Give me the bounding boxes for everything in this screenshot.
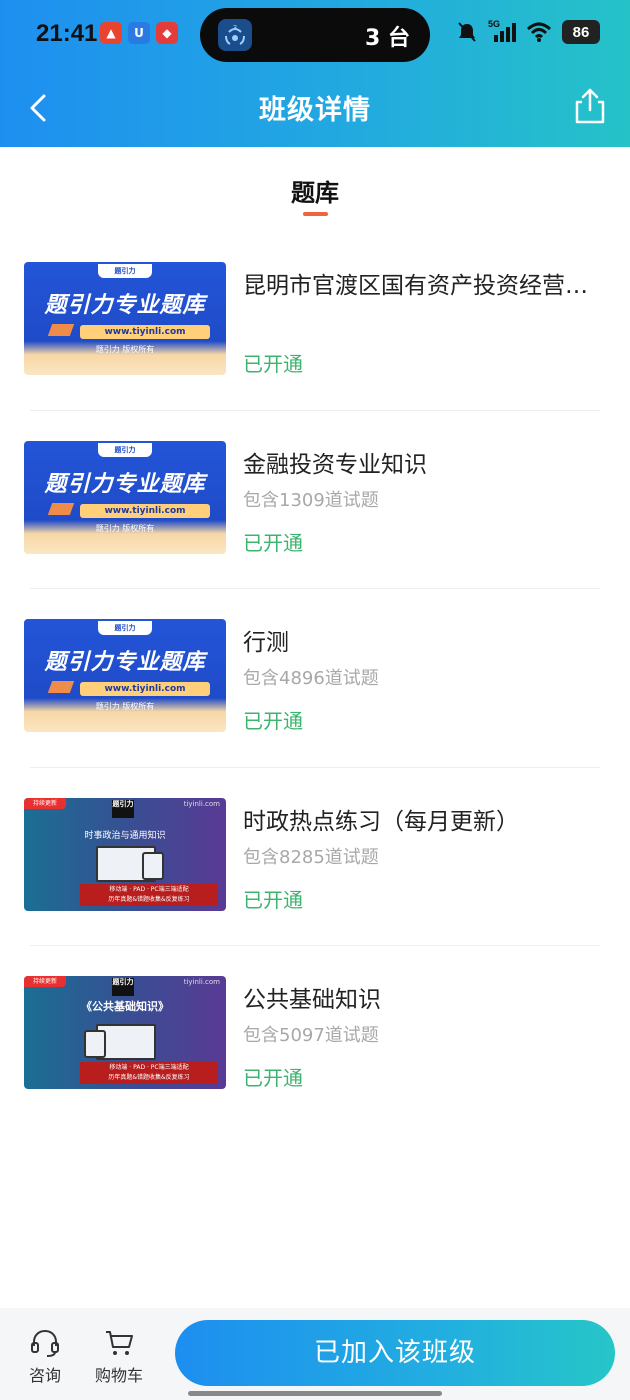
bottom-bar: 咨询 购物车 已加入该班级	[0, 1308, 630, 1400]
phone-icon	[84, 1030, 106, 1058]
book-icon	[47, 324, 75, 336]
share-icon	[575, 88, 605, 124]
list-item[interactable]: 题引力 题引力专业题库 www.tiyinli.com 题引力 版权所有 行测 …	[0, 589, 630, 768]
course-thumbnail: 持续更新 题引力 tiyinli.com 时事政治与通用知识 移动端 · PAD…	[24, 797, 226, 911]
list-item[interactable]: 持续更新 题引力 tiyinli.com 《公共基础知识》 移动端 · PAD …	[0, 946, 630, 1125]
thumb-band-line: 历年真题&错题收集&反复练习	[108, 1074, 190, 1081]
thumb-headline: 题引力专业题库	[44, 471, 206, 497]
headset-icon	[31, 1329, 59, 1357]
thumb-url: tiyinli.com	[183, 978, 220, 986]
thumb-logo: 题引力	[112, 978, 134, 996]
status-right: 5G 86	[456, 19, 600, 44]
item-subtitle: 包含8285道试题	[243, 846, 379, 868]
item-title: 昆明市官渡区国有资产投资经营有限公司	[243, 273, 603, 299]
thumb-badge: 持续更新	[24, 797, 66, 809]
item-status: 已开通	[243, 352, 303, 376]
thumb-copyright: 题引力 版权所有	[95, 523, 155, 533]
book-icon	[47, 681, 75, 693]
status-time: 21:41	[36, 20, 98, 47]
item-status: 已开通	[243, 1066, 303, 1090]
thumb-band-line: 移动端 · PAD · PC端三端适配	[109, 885, 189, 893]
item-title: 时政热点练习（每月更新）	[243, 808, 519, 835]
course-thumbnail: 题引力 题引力专业题库 www.tiyinli.com 题引力 版权所有	[24, 262, 226, 375]
course-thumbnail: 持续更新 题引力 tiyinli.com 《公共基础知识》 移动端 · PAD …	[24, 976, 226, 1089]
joined-class-button[interactable]: 已加入该班级	[175, 1320, 615, 1386]
tab-question-bank[interactable]: 题库	[0, 173, 630, 208]
cellular-signal-icon: 5G	[488, 19, 516, 43]
consult-label: 咨询	[28, 1366, 61, 1385]
thumb-band-line: 历年真题&错题收集&反复练习	[108, 895, 190, 903]
consult-button[interactable]: 咨询	[15, 1328, 75, 1386]
course-thumbnail: 题引力 题引力专业题库 www.tiyinli.com 题引力 版权所有	[24, 619, 226, 732]
thumb-logo: 题引力	[98, 442, 152, 457]
item-status: 已开通	[243, 709, 303, 733]
thumb-band: 移动端 · PAD · PC端三端适配 历年真题&错题收集&反复练习	[80, 1062, 218, 1084]
thumb-logo: 题引力	[98, 264, 152, 278]
item-subtitle: 包含1309道试题	[243, 489, 379, 511]
thumb-url: www.tiyinli.com	[80, 503, 210, 518]
item-title: 公共基础知识	[243, 987, 381, 1013]
cart-label: 购物车	[94, 1366, 143, 1385]
battery-indicator: 86	[562, 20, 600, 44]
item-subtitle: 包含5097道试题	[243, 1025, 379, 1046]
cart-icon	[106, 1331, 133, 1355]
thumb-headline: 题引力专业题库	[44, 293, 206, 318]
island-text: 3 台	[365, 26, 410, 51]
item-subtitle: 包含4896道试题	[243, 668, 379, 689]
page-title: 班级详情	[259, 95, 371, 126]
wifi-icon	[526, 22, 552, 42]
share-button[interactable]	[572, 86, 608, 126]
question-bank-list: 题引力 题引力专业题库 www.tiyinli.com 题引力 版权所有 昆明市…	[0, 232, 630, 1125]
home-indicator[interactable]	[188, 1391, 442, 1396]
thumb-url: tiyinli.com	[183, 799, 220, 808]
thumb-copyright: 题引力 版权所有	[95, 345, 155, 354]
book-icon	[47, 502, 75, 515]
nav-bar: 班级详情	[0, 80, 630, 136]
thumb-band: 移动端 · PAD · PC端三端适配 历年真题&错题收集&反复练习	[80, 883, 218, 906]
item-title: 行测	[243, 630, 289, 656]
thumb-badge: 持续更新	[24, 976, 66, 987]
list-item[interactable]: 持续更新 题引力 tiyinli.com 时事政治与通用知识 移动端 · PAD…	[0, 768, 630, 946]
thumb-logo: 题引力	[112, 799, 134, 818]
app-notification-icon: U	[128, 22, 150, 44]
thumb-headline: 时事政治与通用知识	[84, 830, 166, 841]
item-status: 已开通	[243, 887, 303, 912]
notification-icons: ▲ U ◆	[100, 22, 178, 44]
item-title: 金融投资专业知识	[243, 451, 427, 478]
status-bar: 21:41 ▲ U ◆ 3 3 台 5G 86	[0, 0, 630, 66]
thumb-band-line: 移动端 · PAD · PC端三端适配	[109, 1064, 189, 1071]
tab-indicator	[303, 212, 328, 216]
tablet-icon	[142, 851, 164, 880]
app-notification-icon: ◆	[156, 22, 178, 44]
cart-button[interactable]: 购物车	[88, 1328, 150, 1386]
tab-bar: 题库	[0, 147, 630, 227]
thumb-copyright: 题引力 版权所有	[95, 702, 155, 711]
thumb-headline: 《公共基础知识》	[81, 1000, 169, 1013]
dynamic-island[interactable]: 3 3 台	[200, 8, 430, 62]
course-thumbnail: 题引力 题引力专业题库 www.tiyinli.com 题引力 版权所有	[24, 440, 226, 554]
thumb-logo: 题引力	[98, 621, 152, 635]
mute-bell-icon	[458, 22, 476, 42]
island-badge: 3	[233, 24, 237, 32]
thumb-headline: 题引力专业题库	[44, 650, 206, 675]
thumb-url: www.tiyinli.com	[80, 682, 210, 696]
app-notification-icon: ▲	[100, 22, 122, 44]
broadcast-icon: 3	[218, 19, 252, 51]
header: 21:41 ▲ U ◆ 3 3 台 5G 86 班级详情	[0, 0, 630, 147]
list-item[interactable]: 题引力 题引力专业题库 www.tiyinli.com 题引力 版权所有 昆明市…	[0, 232, 630, 411]
list-item[interactable]: 题引力 题引力专业题库 www.tiyinli.com 题引力 版权所有 金融投…	[0, 411, 630, 589]
thumb-url: www.tiyinli.com	[80, 325, 210, 339]
item-status: 已开通	[243, 530, 303, 555]
